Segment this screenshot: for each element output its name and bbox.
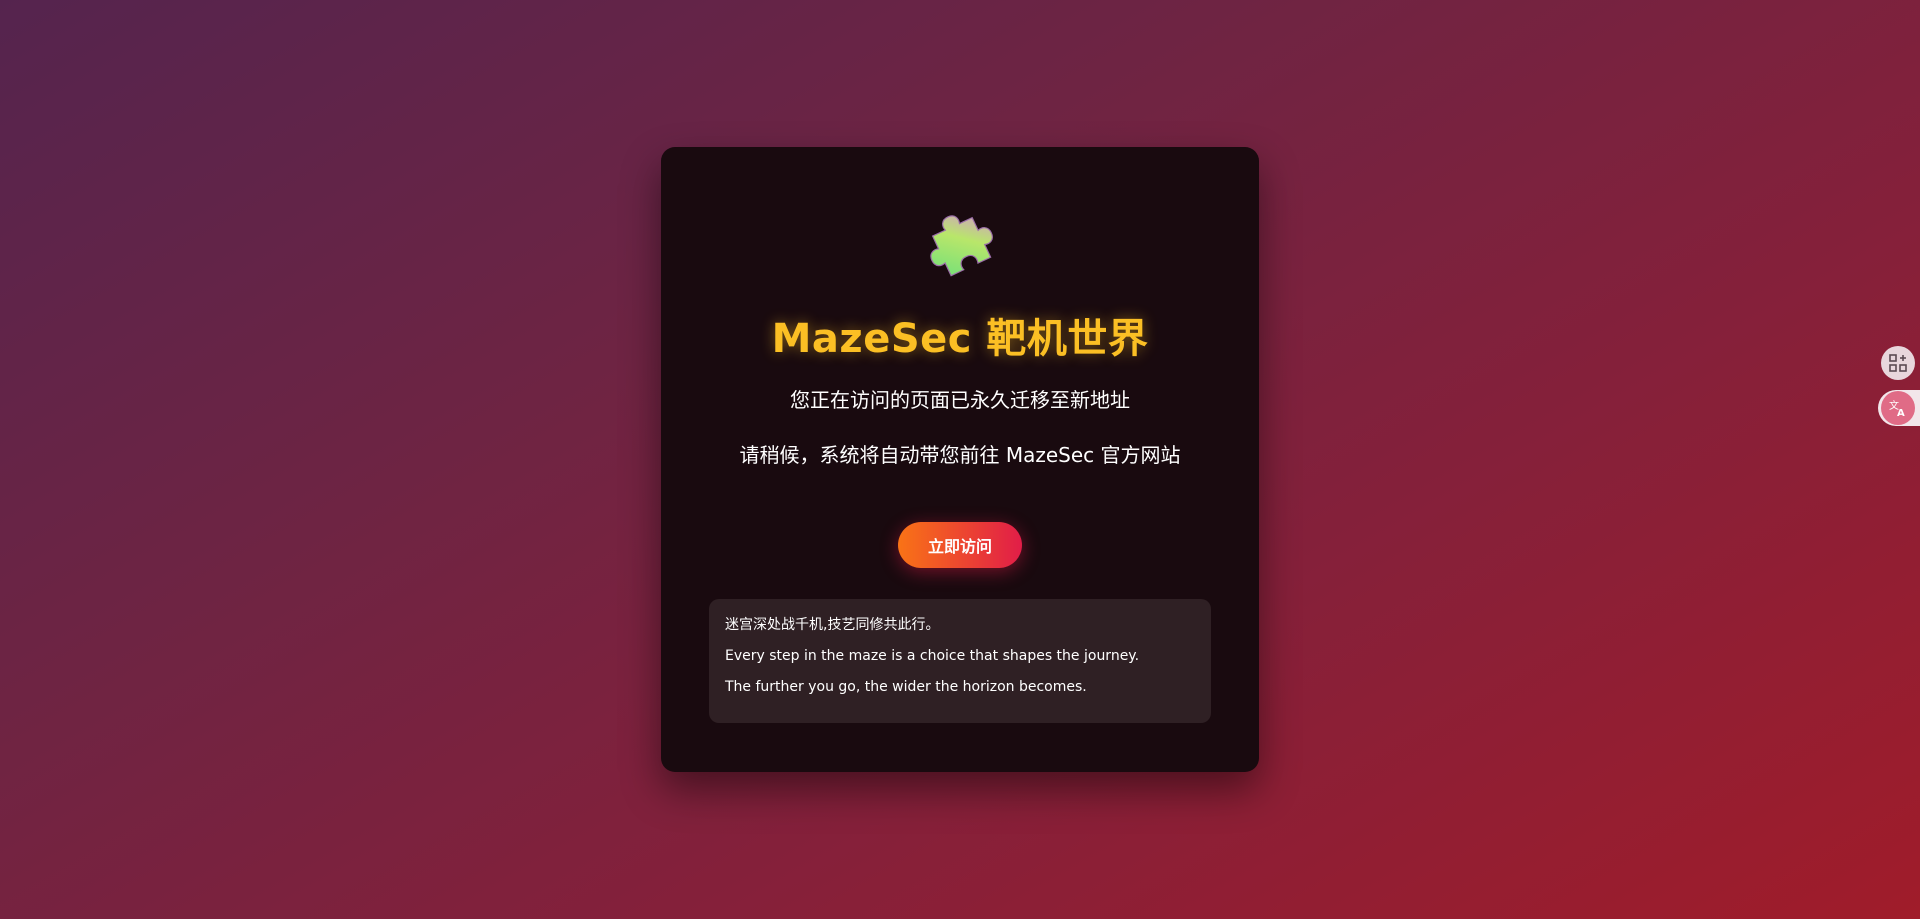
quote-line-en-1: Every step in the maze is a choice that … [725,648,1140,664]
redirect-message: 请稍候，系统将自动带您前往 MazeSec 官方网站 [739,443,1181,467]
quote-line-cn: 迷宫深处战千机,技艺同修共此行。 [725,617,940,633]
side-apps-button[interactable] [1878,345,1920,381]
quote-line-en-2: The further you go, the wider the horizo… [725,679,1087,695]
page-title: MazeSec 靶机世界 [771,316,1149,362]
moved-message: 您正在访问的页面已永久迁移至新地址 [790,388,1130,412]
translate-icon: 文 A [1889,399,1905,419]
svg-text:A: A [1897,408,1905,419]
apps-add-icon [1889,354,1907,372]
quote-box: 迷宫深处战千机,技艺同修共此行。 Every step in the maze … [709,599,1211,723]
visit-now-button[interactable]: 立即访问 [898,522,1022,568]
side-translate-button[interactable]: 文 A [1878,390,1920,426]
puzzle-piece-icon [930,215,993,277]
redirect-card: MazeSec 靶机世界 您正在访问的页面已永久迁移至新地址 请稍候，系统将自动… [661,147,1259,772]
